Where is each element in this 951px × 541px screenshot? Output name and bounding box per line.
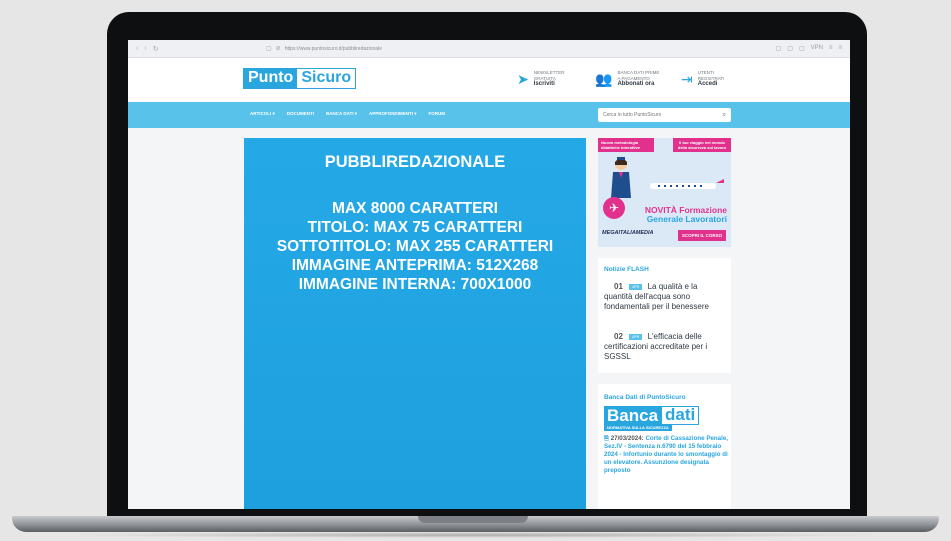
- newsletter-line1: NEWSLETTER: [533, 70, 565, 75]
- banca-dati-logo[interactable]: Banca dati: [604, 406, 700, 425]
- main-menu: ARTICOLI ▾ DOCUMENTI BANCA DATI ▾ APPROF…: [128, 102, 850, 128]
- banca-subtitle: NORMATIVA SULLA SICUREZZA: [604, 425, 672, 431]
- menu-item-approfondimenti[interactable]: APPROFONDIMENTI ▾: [369, 111, 417, 117]
- extensions-icon[interactable]: ▢: [776, 45, 782, 52]
- sidebar-ad[interactable]: Nuova metodologia didattiche interattive…: [598, 138, 731, 247]
- back-icon[interactable]: ‹: [136, 45, 138, 53]
- utenti-line2: REGISTRATI: [697, 75, 725, 81]
- laptop-shadow: [60, 532, 890, 538]
- tab-icon: ▢: [266, 46, 272, 52]
- site-logo[interactable]: Punto Sicuro: [243, 68, 357, 89]
- banca-news-item[interactable]: 🗎 27/03/2024: Corte di Cassazione Penale…: [604, 435, 728, 475]
- logo-part1: Punto: [244, 69, 298, 88]
- login-icon: ⇥: [681, 70, 693, 87]
- forward-icon[interactable]: ›: [144, 45, 146, 53]
- spec-line: TITOLO: MAX 75 CARATTERI: [307, 219, 523, 236]
- ad-tag-right: Il tuo viaggio nel mondo della sicurezza…: [673, 138, 731, 152]
- ad-tag-left: Nuova metodologia didattiche interattive: [598, 138, 654, 152]
- newsletter-line2: GRATUITA: [533, 75, 556, 81]
- laptop-screen: ‹ › ↻ ▢ ⊘ https://www.puntosicuro.it/pub…: [128, 40, 850, 509]
- logo-part2: Sicuro: [297, 69, 356, 88]
- paper-plane-icon: ➤: [517, 70, 529, 87]
- news-number: 02: [614, 332, 623, 341]
- login-link[interactable]: ⇥ UTENTI REGISTRATI Accedi: [681, 70, 724, 88]
- tabs-icon[interactable]: ▢: [787, 45, 793, 52]
- spec-line: IMMAGINE ANTEPRIMA: 512X268: [291, 257, 539, 274]
- ad-cta-button[interactable]: SCOPRI IL CORSO: [678, 230, 726, 241]
- ad-brand: MEGAITALIAMEDIA: [602, 230, 654, 236]
- browser-toolbar: ‹ › ↻ ▢ ⊘ https://www.puntosicuro.it/pub…: [128, 40, 850, 58]
- menu-icon[interactable]: ≡: [838, 45, 842, 52]
- airplane-icon: ✈: [603, 197, 625, 219]
- users-icon: 👥: [595, 70, 613, 87]
- news-item[interactable]: 01 APR La qualità e la quantità dell'acq…: [604, 282, 728, 312]
- banca-action: Abbonati ora: [617, 81, 655, 87]
- newsletter-link[interactable]: ➤ NEWSLETTER GRATUITA Iscriviti: [517, 70, 565, 88]
- utenti-line1: UTENTI: [697, 70, 714, 75]
- banner-title: PUBBLIREDAZIONALE: [324, 153, 506, 171]
- reload-icon[interactable]: ↻: [153, 45, 159, 53]
- menu-item-forum[interactable]: FORUM: [429, 111, 446, 117]
- laptop-notch: [418, 516, 528, 523]
- banca-line1: BANCA DATI PRIME: [617, 70, 660, 75]
- news-tag: APR: [629, 333, 643, 340]
- spec-line: SOTTOTITOLO: MAX 255 CARATTERI: [276, 238, 554, 255]
- spec-line: IMMAGINE INTERNA: 700X1000: [298, 276, 532, 293]
- banca-line2: A PAGAMENTO: [617, 75, 650, 81]
- document-icon: 🗎: [604, 435, 611, 442]
- bd-logo-part2: dati: [661, 406, 700, 425]
- address-bar[interactable]: ▢ ⊘ https://www.puntosicuro.it/pubblired…: [266, 45, 382, 53]
- menu-item-documenti[interactable]: DOCUMENTI: [287, 111, 314, 117]
- news-tag: APR: [629, 283, 643, 290]
- news-number: 01: [614, 282, 623, 291]
- lock-icon: ⊘: [275, 46, 281, 52]
- airplane-illustration: [650, 179, 724, 189]
- bd-logo-part1: Banca: [604, 406, 662, 425]
- screenshot-icon[interactable]: ▢: [799, 45, 805, 52]
- banca-date: 27/03/2024:: [610, 435, 644, 442]
- settings-icon[interactable]: ≡: [829, 45, 833, 52]
- news-item[interactable]: 02 APR L'efficacia delle certificazioni …: [604, 332, 728, 362]
- banner-specs: MAX 8000 CARATTERI TITOLO: MAX 75 CARATT…: [244, 199, 586, 294]
- banca-dati-link[interactable]: 👥 BANCA DATI PRIME A PAGAMENTO Abbonati …: [595, 70, 659, 88]
- search-box: ⌕: [598, 108, 731, 122]
- vpn-badge[interactable]: VPN: [811, 45, 823, 52]
- search-input[interactable]: [603, 112, 713, 118]
- newsletter-action: Iscriviti: [533, 81, 555, 87]
- ad-headline2: Generale Lavoratori: [646, 214, 727, 224]
- flash-title: Notizie FLASH: [604, 266, 649, 273]
- banca-dati-box: Banca Dati di PuntoSicuro Banca dati NOR…: [598, 384, 731, 509]
- search-icon[interactable]: ⌕: [723, 112, 726, 119]
- url-text: https://www.puntosicuro.it/pubbliredazio…: [284, 45, 382, 52]
- banca-title: Banca Dati di PuntoSicuro: [604, 394, 686, 401]
- spec-line: MAX 8000 CARATTERI: [332, 200, 498, 217]
- pubbliredazionale-banner: PUBBLIREDAZIONALE MAX 8000 CARATTERI TIT…: [244, 138, 586, 509]
- notizie-flash-box: Notizie FLASH 01 APR La qualità e la qua…: [598, 258, 731, 373]
- menu-item-articoli[interactable]: ARTICOLI ▾: [250, 111, 275, 117]
- utenti-action: Accedi: [697, 81, 718, 87]
- site-header: Punto Sicuro ➤ NEWSLETTER GRATUITA Iscri…: [128, 58, 850, 102]
- menu-item-banca-dati[interactable]: BANCA DATI ▾: [326, 111, 357, 117]
